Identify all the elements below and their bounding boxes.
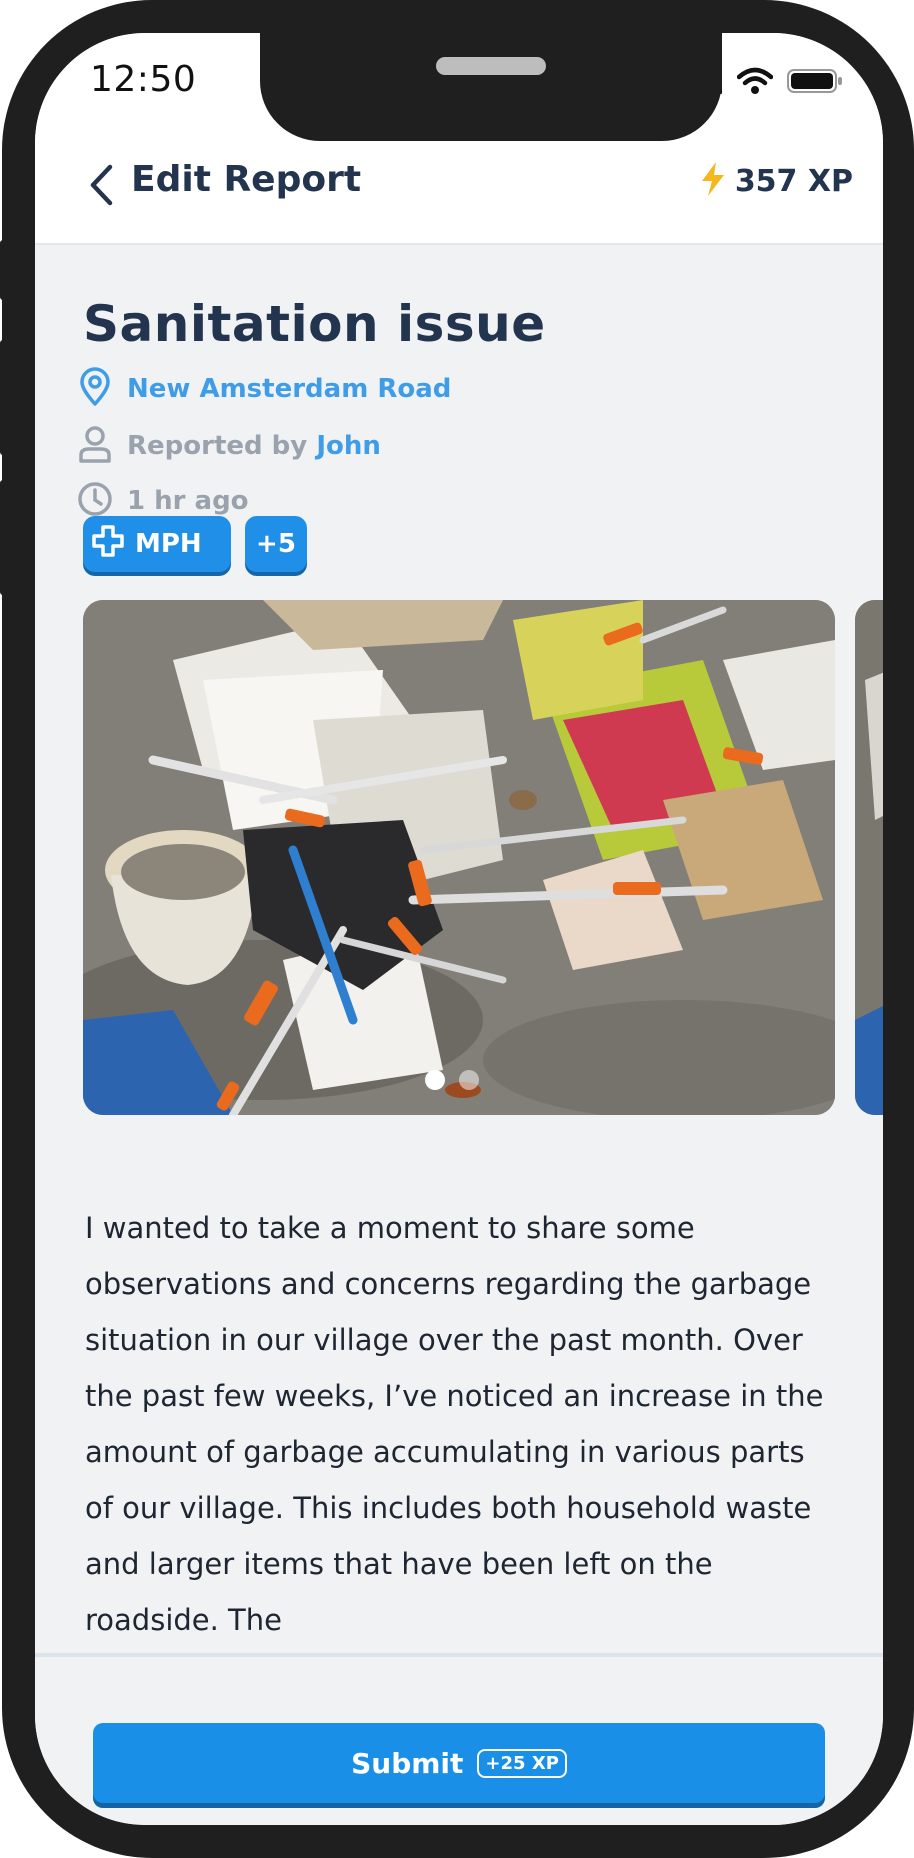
page-title: Edit Report [131, 159, 362, 200]
location-row[interactable]: New Amsterdam Road [77, 367, 451, 411]
reporter-row: Reported by John [77, 425, 381, 467]
xp-value: 357 XP [734, 163, 853, 199]
tag-list: MPH +5 [83, 516, 307, 572]
screen: 12:50 Edit Report 357 XP Sanitation issu… [35, 33, 883, 1825]
volume-up-button [0, 340, 14, 455]
report-description: I wanted to take a moment to share some … [85, 1211, 824, 1637]
report-photo[interactable] [83, 600, 835, 1115]
location-link[interactable]: New Amsterdam Road [127, 374, 451, 404]
next-photo-peek[interactable] [855, 600, 883, 1115]
reported-by-text: Reported by John [127, 431, 381, 461]
notch [260, 33, 722, 141]
volume-down-button [0, 480, 14, 595]
reported-by-prefix: Reported by [127, 431, 308, 461]
reporter-link[interactable]: John [316, 431, 381, 461]
status-time: 12:50 [90, 59, 197, 100]
xp-balance: 357 XP [699, 161, 853, 201]
submit-button[interactable]: Submit +25 XP [93, 1723, 825, 1803]
submit-xp-badge: +25 XP [477, 1748, 567, 1778]
footer-bar: Submit +25 XP [35, 1653, 883, 1825]
user-icon [77, 425, 113, 467]
clock-icon [77, 481, 113, 521]
carousel-dot-active[interactable] [425, 1070, 445, 1090]
location-pin-icon [77, 367, 113, 411]
wifi-icon [736, 67, 774, 99]
battery-icon [787, 68, 843, 98]
carousel-dots [425, 1070, 479, 1090]
back-button[interactable] [79, 161, 123, 213]
phone-frame: 12:50 Edit Report 357 XP Sanitation issu… [0, 0, 914, 1858]
lightning-bolt-icon [699, 161, 727, 201]
app-header: Edit Report 357 XP [35, 133, 883, 245]
time-row: 1 hr ago [77, 481, 249, 521]
back-chevron-icon [88, 163, 114, 211]
photo-carousel[interactable] [83, 600, 883, 1115]
report-title: Sanitation issue [83, 295, 546, 353]
medical-cross-icon [91, 524, 125, 565]
report-content[interactable]: Sanitation issue New Amsterdam Road Repo… [35, 245, 883, 1653]
submit-label: Submit [351, 1746, 464, 1780]
carousel-dot[interactable] [459, 1070, 479, 1090]
tag-more[interactable]: +5 [245, 516, 307, 572]
time-ago: 1 hr ago [127, 486, 249, 516]
tag-mph[interactable]: MPH [83, 516, 231, 572]
mute-switch [0, 240, 14, 300]
speaker-grille [436, 57, 546, 75]
tag-mph-label: MPH [135, 529, 202, 559]
power-button [902, 450, 914, 680]
